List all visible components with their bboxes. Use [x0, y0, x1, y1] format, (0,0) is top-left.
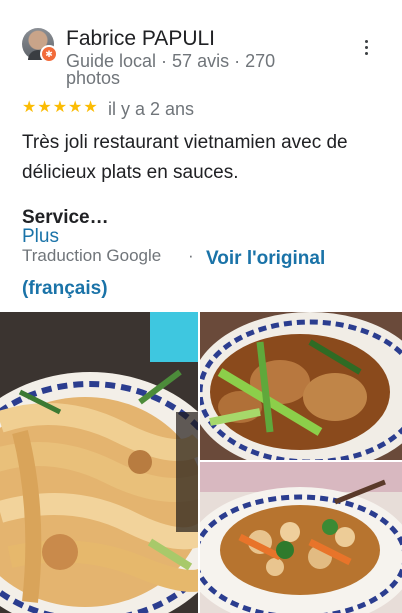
author-meta: Guide local · 57 avis · 270 photos	[66, 51, 276, 88]
star-icon: ★	[68, 99, 83, 116]
review-time: il y a 2 ans	[108, 99, 195, 119]
star-icon: ★	[52, 99, 68, 116]
cashew-chicken-photo-image	[200, 462, 402, 613]
review-photo-1[interactable]	[0, 312, 198, 613]
review-photos	[0, 312, 402, 613]
chicken-photo-image	[200, 312, 402, 460]
review-card: ✱ Fabrice PAPULI Guide local · 57 avis ·…	[0, 0, 402, 613]
rating-stars: ★ ★ ★ ★ ★	[22, 99, 98, 117]
review-photo-3[interactable]	[200, 462, 402, 613]
local-guide-badge-icon: ✱	[40, 45, 58, 63]
review-photo-2[interactable]	[200, 312, 402, 460]
star-icon: ★	[37, 99, 52, 116]
star-icon: ★	[83, 99, 98, 116]
more-options-icon[interactable]	[356, 36, 376, 58]
review-text: Très joli restaurant vietnamien avec de …	[22, 132, 348, 183]
star-icon: ★	[22, 99, 37, 116]
noodles-photo-image	[0, 312, 198, 613]
author-name[interactable]: Fabrice PAPULI	[66, 27, 215, 51]
view-original-link[interactable]: Voir l'original (français)	[22, 244, 382, 304]
